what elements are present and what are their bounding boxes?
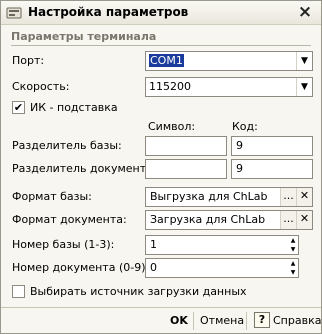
base-format-clear-icon[interactable]: ✕ (296, 188, 312, 206)
doc-number-label: Номер документа (0-9): (12, 261, 150, 274)
doc-separator-code-input[interactable]: 9 (231, 159, 313, 179)
ik-checkbox[interactable]: ✔ (12, 101, 25, 114)
base-separator-code-value: 9 (236, 139, 243, 152)
base-format-value: Выгрузка для ChLab (150, 190, 268, 203)
footer-separator (246, 312, 247, 330)
choose-source-label: Выбирать источник загрузки данных (30, 285, 247, 298)
symbol-column-header: Символ: (148, 120, 196, 133)
help-icon[interactable]: ? (254, 312, 270, 328)
code-column-header: Код: (232, 120, 258, 133)
doc-number-input[interactable]: 0 ▲ ▼ (145, 258, 299, 278)
window-title: Настройка параметров (28, 5, 189, 19)
port-label: Порт: (12, 54, 45, 67)
speed-value: 115200 (149, 80, 191, 93)
base-format-select-button[interactable]: ... (280, 188, 296, 206)
base-separator-symbol-input[interactable] (145, 136, 227, 156)
base-number-label: Номер базы (1-3): (12, 238, 115, 251)
base-format-label: Формат базы: (12, 190, 92, 203)
doc-format-select-button[interactable]: ... (280, 211, 296, 229)
base-number-input[interactable]: 1 ▲ ▼ (145, 235, 299, 255)
spin-up-icon[interactable]: ▲ (288, 259, 298, 268)
doc-format-value: Загрузка для ChLab (150, 213, 266, 226)
base-number-value: 1 (150, 238, 157, 251)
footer-separator (193, 312, 194, 330)
chevron-down-icon[interactable]: ▼ (296, 52, 312, 70)
base-format-field[interactable]: Выгрузка для ChLab ... ✕ (145, 187, 313, 207)
base-separator-label: Разделитель базы: (12, 139, 122, 152)
doc-format-label: Формат документа: (12, 213, 127, 226)
ok-button[interactable]: OK (170, 312, 188, 330)
doc-separator-code-value: 9 (236, 162, 243, 175)
doc-number-value: 0 (150, 261, 157, 274)
base-number-spinner[interactable]: ▲ ▼ (288, 236, 298, 254)
chevron-down-icon[interactable]: ▼ (296, 78, 312, 96)
port-value: COM1 (149, 54, 184, 67)
speed-select[interactable]: 115200 ▼ (145, 77, 313, 97)
speed-label: Скорость: (12, 80, 70, 93)
spin-down-icon[interactable]: ▼ (288, 245, 298, 254)
doc-separator-label: Разделитель документа: (12, 162, 157, 175)
footer-divider (1, 307, 321, 308)
spin-up-icon[interactable]: ▲ (288, 236, 298, 245)
close-icon[interactable]: × (296, 3, 314, 21)
doc-number-spinner[interactable]: ▲ ▼ (288, 259, 298, 277)
ik-label: ИК - подставка (30, 101, 118, 114)
section-divider (11, 45, 311, 46)
spin-down-icon[interactable]: ▼ (288, 268, 298, 277)
cancel-button[interactable]: Отмена (200, 312, 244, 330)
section-title: Параметры терминала (11, 30, 157, 43)
doc-format-clear-icon[interactable]: ✕ (296, 211, 312, 229)
doc-format-field[interactable]: Загрузка для ChLab ... ✕ (145, 210, 313, 230)
choose-source-checkbox[interactable] (12, 285, 25, 298)
base-separator-code-input[interactable]: 9 (231, 136, 313, 156)
settings-icon (6, 7, 22, 19)
port-select[interactable]: COM1 ▼ (145, 51, 313, 71)
doc-separator-symbol-input[interactable] (145, 159, 227, 179)
settings-dialog: Настройка параметров × Параметры термина… (0, 0, 322, 334)
title-bar: Настройка параметров × (1, 1, 321, 25)
help-button[interactable]: Справка (273, 312, 321, 330)
